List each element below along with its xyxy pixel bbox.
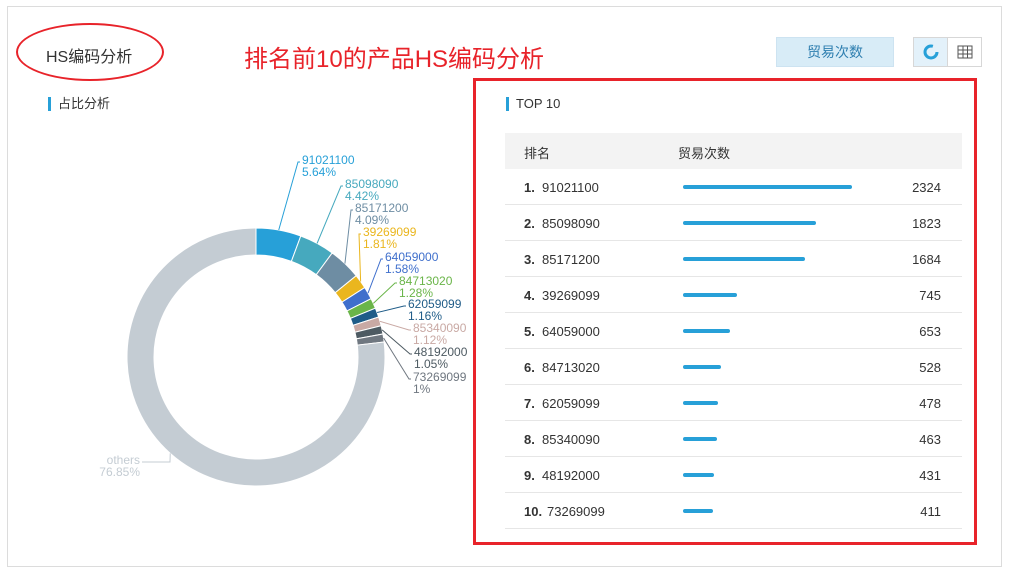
leader-line-85171200 bbox=[344, 209, 353, 264]
header-rank: 排名 bbox=[524, 146, 551, 161]
table-row[interactable]: 5. 64059000 653 bbox=[505, 313, 962, 349]
table-row[interactable]: 4. 39269099 745 bbox=[505, 277, 962, 313]
row-hs-code: 85098090 bbox=[542, 216, 600, 231]
donut-chart-icon bbox=[923, 44, 938, 60]
table-row[interactable]: 10. 73269099 411 bbox=[505, 493, 962, 529]
row-bar-84713020 bbox=[683, 365, 722, 369]
row-value: 653 bbox=[919, 324, 941, 339]
row-bar-85098090 bbox=[683, 221, 816, 225]
row-rank: 8. bbox=[524, 432, 535, 447]
table-grid-icon bbox=[957, 45, 972, 59]
table-body: 1. 91021100 2324 2. 85098090 1823 3. 85171200 16… bbox=[505, 169, 962, 529]
row-bar-85340090 bbox=[683, 437, 717, 441]
metric-button[interactable]: 贸易次数 bbox=[776, 37, 894, 67]
row-hs-code: 85340090 bbox=[542, 432, 600, 447]
row-hs-code: 62059099 bbox=[542, 396, 600, 411]
row-hs-code: 73269099 bbox=[547, 504, 605, 519]
donut-chart: 910211005.64%850980904.42%851712004.09%3… bbox=[99, 153, 468, 487]
row-bar-62059099 bbox=[683, 401, 718, 405]
row-bar-39269099 bbox=[683, 293, 738, 297]
slice-percent-91021100: 5.64% bbox=[302, 165, 336, 179]
slice-percent-39269099: 1.81% bbox=[363, 237, 397, 251]
leader-line-73269099 bbox=[383, 337, 411, 380]
row-rank: 3. bbox=[524, 252, 535, 267]
row-rank: 10. bbox=[524, 504, 543, 519]
row-value: 478 bbox=[919, 396, 941, 411]
row-bar-91021100 bbox=[683, 185, 852, 189]
row-bar-48192000 bbox=[683, 473, 715, 477]
row-rank: 6. bbox=[524, 360, 535, 375]
row-hs-code: 85171200 bbox=[542, 252, 600, 267]
leader-line-85098090 bbox=[316, 185, 343, 244]
row-hs-code: 64059000 bbox=[542, 324, 600, 339]
row-rank: 7. bbox=[524, 396, 535, 411]
row-rank: 9. bbox=[524, 468, 535, 483]
row-rank: 1. bbox=[524, 180, 535, 195]
row-rank: 5. bbox=[524, 324, 535, 339]
header-count: 贸易次数 bbox=[678, 146, 731, 161]
row-bar-64059000 bbox=[683, 329, 731, 333]
top10-table: 排名 贸易次数 1. 91021100 2324 2. 85098090 1823 3. 85… bbox=[505, 133, 962, 529]
row-value: 411 bbox=[920, 504, 941, 519]
leader-line-91021100 bbox=[278, 161, 300, 231]
table-row[interactable]: 3. 85171200 1684 bbox=[505, 241, 962, 277]
row-bar-85171200 bbox=[683, 257, 806, 261]
slice-percent-73269099: 1% bbox=[413, 382, 431, 396]
row-hs-code: 84713020 bbox=[542, 360, 600, 375]
row-value: 1823 bbox=[912, 216, 941, 231]
row-value: 528 bbox=[919, 360, 941, 375]
leader-line-others bbox=[142, 453, 171, 463]
leader-line-84713020 bbox=[372, 282, 397, 304]
table-header: 排名 贸易次数 bbox=[505, 133, 962, 169]
row-rank: 2. bbox=[524, 216, 535, 231]
donut-view-button[interactable] bbox=[914, 38, 947, 66]
row-value: 431 bbox=[919, 468, 941, 483]
leader-line-62059099 bbox=[376, 305, 406, 314]
top10-label: TOP 10 bbox=[506, 97, 560, 111]
table-row[interactable]: 2. 85098090 1823 bbox=[505, 205, 962, 241]
row-rank: 4. bbox=[524, 288, 535, 303]
leader-line-39269099 bbox=[358, 233, 362, 282]
row-hs-code: 39269099 bbox=[542, 288, 600, 303]
table-row[interactable]: 9. 48192000 431 bbox=[505, 457, 962, 493]
row-hs-code: 48192000 bbox=[542, 468, 600, 483]
leader-line-85340090 bbox=[379, 320, 411, 331]
row-value: 1684 bbox=[912, 252, 941, 267]
row-hs-code: 91021100 bbox=[542, 180, 599, 195]
leader-line-64059000 bbox=[367, 258, 383, 294]
slice-percent-others: 76.85% bbox=[99, 465, 140, 479]
row-value: 463 bbox=[919, 432, 941, 447]
table-row[interactable]: 1. 91021100 2324 bbox=[505, 169, 962, 205]
slice-percent-48192000: 1.05% bbox=[414, 357, 448, 371]
table-row[interactable]: 6. 84713020 528 bbox=[505, 349, 962, 385]
row-value: 2324 bbox=[912, 180, 941, 195]
row-value: 745 bbox=[919, 288, 941, 303]
view-toggle bbox=[913, 37, 982, 67]
table-row[interactable]: 7. 62059099 478 bbox=[505, 385, 962, 421]
row-bar-73269099 bbox=[683, 509, 713, 513]
table-view-button[interactable] bbox=[947, 38, 981, 66]
table-row[interactable]: 8. 85340090 463 bbox=[505, 421, 962, 457]
